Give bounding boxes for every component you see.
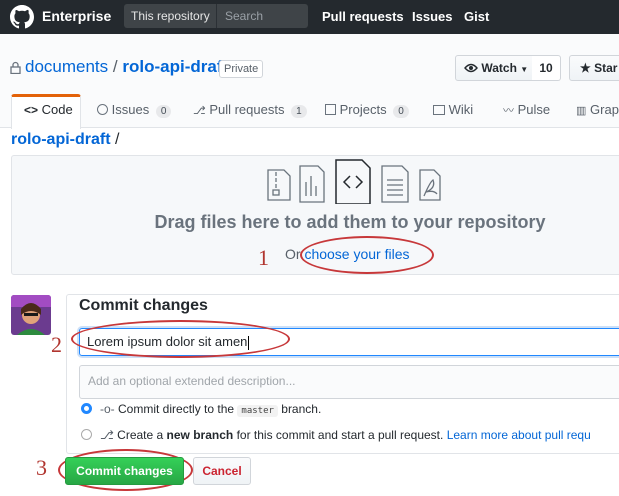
- tab-wiki-label: Wiki: [448, 102, 474, 117]
- annotation-step-3: 3: [36, 455, 47, 480]
- nav-pull-requests[interactable]: Pull requests: [322, 9, 404, 24]
- text-file-icon: [381, 165, 409, 203]
- pdf-file-icon: [419, 169, 441, 201]
- code-icon: <>: [24, 103, 39, 117]
- repo-owner-link[interactable]: documents: [25, 57, 108, 76]
- top-header: Enterprise This repository Search Pull r…: [0, 0, 619, 34]
- github-logo-icon[interactable]: [10, 5, 34, 29]
- tab-pulse[interactable]: 〰 Pulse: [503, 102, 550, 135]
- watch-count[interactable]: 10: [532, 55, 561, 81]
- commit-direct-option[interactable]: -o- Commit directly to the master branch…: [100, 402, 322, 417]
- watch-button[interactable]: Watch ▼: [455, 55, 533, 81]
- git-commit-icon: -o-: [100, 402, 115, 416]
- commit-new-branch-option[interactable]: ⎇ Create a new branch for this commit an…: [100, 428, 591, 442]
- drop-zone-or: Or: [285, 246, 301, 262]
- commit-direct-prefix: Commit directly to the: [118, 402, 235, 416]
- brand-label: Enterprise: [42, 8, 112, 24]
- git-pull-request-icon: ⎇: [100, 428, 114, 442]
- avatar: [11, 295, 51, 335]
- issue-opened-icon: [97, 104, 108, 115]
- breadcrumb: rolo-api-draft /: [11, 131, 119, 149]
- annotation-circle-2: [71, 320, 290, 358]
- private-badge: Private: [219, 60, 264, 78]
- commit-direct-suffix: branch.: [281, 402, 322, 416]
- eye-icon: [464, 63, 478, 73]
- commit-form-title: Commit changes: [79, 297, 208, 314]
- graph-file-icon: [299, 165, 325, 203]
- breadcrumb-slash: /: [115, 131, 120, 148]
- code-file-icon: [335, 159, 371, 204]
- new-branch-bold: new branch: [166, 428, 234, 442]
- nav-gist[interactable]: Gist: [464, 9, 489, 24]
- tab-pull-requests-count: 1: [291, 105, 307, 118]
- drop-zone-title: Drag files here to add them to your repo…: [154, 212, 546, 232]
- commit-changes-button[interactable]: Commit changes: [65, 457, 184, 485]
- commit-description-input[interactable]: Add an optional extended description...: [79, 365, 619, 399]
- search-scope-label[interactable]: This repository: [124, 4, 216, 28]
- repo-separator: /: [112, 57, 118, 76]
- tab-projects[interactable]: Projects 0: [325, 102, 409, 135]
- caret-down-icon: ▼: [520, 65, 529, 74]
- tab-graphs-label: Grap: [590, 102, 619, 117]
- nav-issues[interactable]: Issues: [412, 9, 452, 24]
- new-branch-prefix: Create a: [117, 428, 164, 442]
- tab-projects-label: Projects: [339, 102, 387, 117]
- annotation-circle-1: [300, 236, 434, 274]
- star-button[interactable]: ★ Star: [569, 55, 619, 81]
- tab-issues-count: 0: [155, 105, 172, 118]
- tab-pull-requests-label: Pull requests: [209, 102, 285, 117]
- commit-direct-radio[interactable]: [81, 403, 92, 414]
- watch-label: Watch: [481, 61, 517, 75]
- git-pull-request-icon: ⎇: [193, 105, 206, 117]
- tab-issues-label: Issues: [111, 102, 150, 117]
- search-input[interactable]: Search: [216, 4, 308, 28]
- lock-icon: [10, 61, 21, 74]
- star-label: Star: [594, 61, 618, 75]
- learn-more-link[interactable]: Learn more about pull requ: [447, 428, 591, 442]
- star-icon: ★: [580, 61, 591, 75]
- branch-name-badge: master: [237, 405, 278, 417]
- repo-title: documents / rolo-api-draft: [25, 57, 228, 77]
- repo-header: documents / rolo-api-draft Private Watch…: [0, 34, 619, 129]
- book-icon: [433, 105, 445, 115]
- annotation-step-1: 1: [258, 245, 269, 270]
- cancel-button[interactable]: Cancel: [193, 457, 251, 485]
- tab-graphs[interactable]: ▥ Grap: [576, 102, 619, 135]
- tab-projects-count: 0: [393, 105, 409, 118]
- file-zip-icon: [267, 169, 291, 201]
- file-type-icons: [267, 159, 441, 204]
- tab-wiki[interactable]: Wiki: [433, 102, 473, 135]
- graph-icon: ▥: [576, 105, 587, 117]
- repo-name-link[interactable]: rolo-api-draft: [122, 57, 228, 76]
- project-icon: [325, 104, 336, 115]
- new-branch-suffix: for this commit and start a pull request…: [236, 428, 444, 442]
- tab-pull-requests[interactable]: ⎇ Pull requests 1: [193, 102, 307, 135]
- pulse-icon: 〰: [503, 105, 514, 117]
- breadcrumb-repo-link[interactable]: rolo-api-draft: [11, 131, 111, 148]
- annotation-step-2: 2: [51, 332, 62, 357]
- tab-pulse-label: Pulse: [517, 102, 551, 117]
- tab-code-label: Code: [41, 102, 73, 117]
- commit-new-branch-radio[interactable]: [81, 429, 92, 440]
